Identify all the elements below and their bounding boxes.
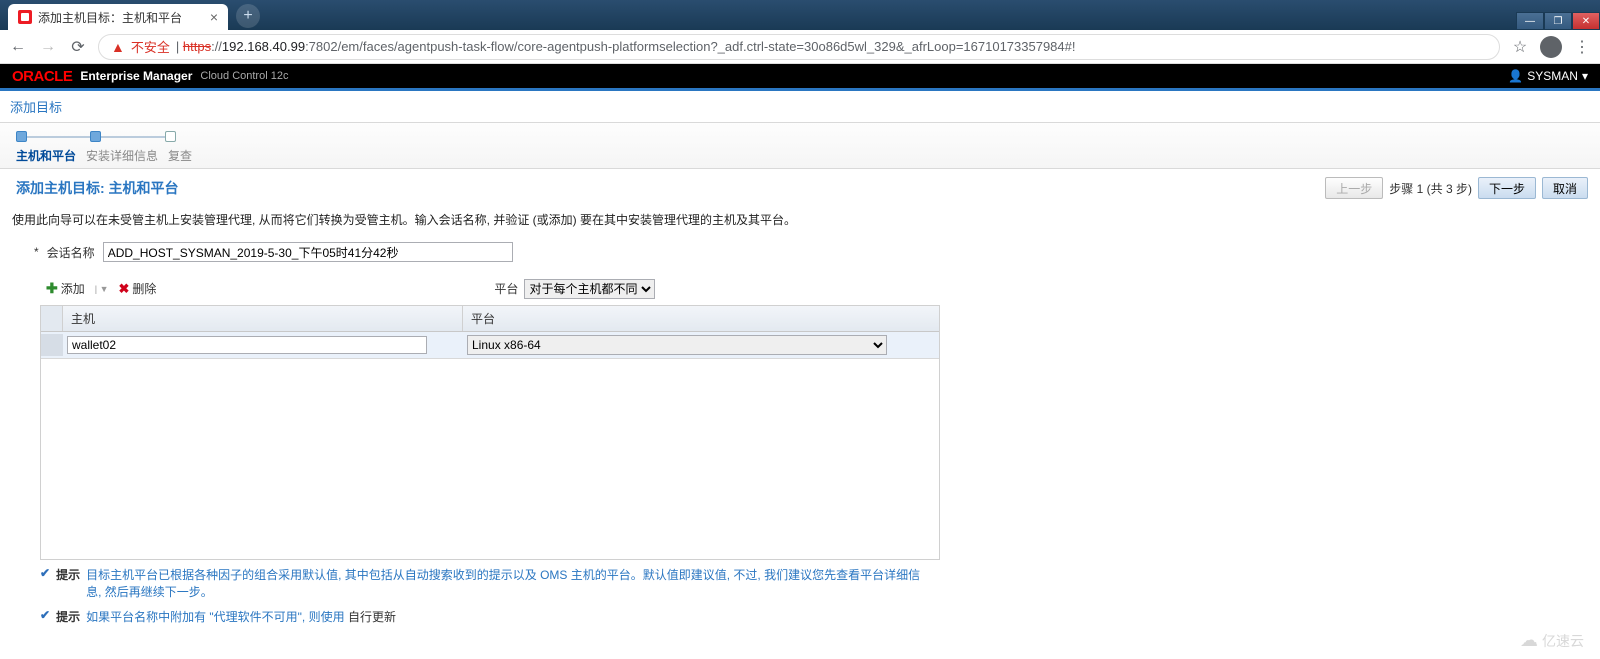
train-label-1[interactable]: 主机和平台 [16, 147, 76, 164]
grid-empty-area [41, 359, 939, 559]
hint-label: 提示 [56, 566, 80, 583]
remove-label: 删除 [132, 280, 156, 297]
hint-text-2: 如果平台名称中附加有 "代理软件不可用", 则使用 自行更新 [86, 608, 396, 625]
browser-menu-icon[interactable]: ⋮ [1572, 37, 1592, 57]
app-header: ORACLE Enterprise Manager Cloud Control … [0, 64, 1600, 91]
table-row[interactable]: Linux x86-64 [41, 332, 939, 359]
host-grid: 主机 平台 Linux x86-64 [40, 305, 940, 560]
section-title: 添加主机目标: 主机和平台 [16, 178, 179, 198]
host-input[interactable] [67, 336, 427, 354]
favicon-icon [18, 10, 32, 24]
add-label: 添加 [61, 280, 85, 297]
plus-icon: ✚ [46, 280, 58, 297]
user-icon: 👤 [1508, 69, 1523, 83]
window-maximize-button[interactable]: ❐ [1544, 12, 1572, 30]
hint-label: 提示 [56, 608, 80, 625]
session-name-input[interactable] [103, 242, 513, 262]
train-label-3: 复查 [168, 147, 192, 164]
browser-tab[interactable]: 添加主机目标：主机和平台 × [8, 4, 228, 30]
session-name-row: * 会话名称 [0, 238, 1600, 274]
platform-filter: 平台 对于每个主机都不同 [494, 279, 655, 299]
row-selector[interactable] [41, 334, 63, 356]
product-edition: Cloud Control 12c [200, 70, 288, 82]
tab-title: 添加主机目标：主机和平台 [38, 9, 204, 26]
url-text: | https://192.168.40.99:7802/em/faces/ag… [176, 39, 1076, 54]
browser-titlebar: 添加主机目标：主机和平台 × + — ❐ ✕ [0, 0, 1600, 30]
train-label-2[interactable]: 安装详细信息 [86, 147, 158, 164]
table-toolbar: ✚ 添加 | ▼ ✖ 删除 平台 对于每个主机都不同 [0, 274, 1600, 303]
oracle-logo: ORACLE [12, 68, 72, 85]
window-controls: — ❐ ✕ [1516, 11, 1600, 30]
nav-back-icon[interactable]: ← [8, 38, 28, 56]
new-tab-button[interactable]: + [236, 4, 260, 28]
tab-strip: 添加主机目标：主机和平台 × + [0, 4, 260, 30]
watermark: ☁ 亿速云 [1520, 630, 1584, 651]
bookmark-icon[interactable]: ☆ [1510, 37, 1530, 57]
wizard-train: 主机和平台 安装详细信息 复查 [0, 122, 1600, 169]
profile-avatar-icon[interactable] [1540, 36, 1562, 58]
platform-filter-select[interactable]: 对于每个主机都不同 [524, 279, 655, 299]
platform-select[interactable]: Linux x86-64 [467, 335, 887, 355]
nav-forward-icon[interactable]: → [38, 38, 58, 56]
info-icon: ✔ [40, 608, 50, 622]
address-bar[interactable]: ▲ 不安全 | https://192.168.40.99:7802/em/fa… [98, 34, 1500, 60]
dropdown-toggle[interactable]: | ▼ [95, 284, 109, 294]
platform-filter-label: 平台 [494, 280, 518, 297]
required-indicator: * [34, 245, 39, 259]
next-button[interactable]: 下一步 [1478, 177, 1536, 199]
breadcrumb[interactable]: 添加目标 [10, 100, 62, 115]
product-name: Enterprise Manager [80, 69, 192, 83]
browser-toolbar: ← → ⟳ ▲ 不安全 | https://192.168.40.99:7802… [0, 30, 1600, 64]
close-icon[interactable]: × [210, 9, 218, 25]
grid-col-platform[interactable]: 平台 [463, 306, 939, 331]
grid-col-host[interactable]: 主机 [63, 306, 463, 331]
train-track [16, 131, 176, 143]
username: SYSMAN [1527, 69, 1578, 83]
grid-header: 主机 平台 [41, 306, 939, 332]
add-row-button[interactable]: ✚ 添加 [40, 278, 91, 299]
hint-text-1: 目标主机平台已根据各种因子的组合采用默认值, 其中包括从自动搜索收到的提示以及 … [86, 566, 926, 600]
instruction-text: 使用此向导可以在未受管主机上安装管理代理, 从而将它们转换为受管主机。输入会话名… [0, 205, 1600, 238]
grid-col-select [41, 306, 63, 331]
breadcrumb-bar: 添加目标 [0, 91, 1600, 122]
remove-row-button[interactable]: ✖ 删除 [113, 278, 163, 299]
step-indicator: 步骤 1 (共 3 步) [1389, 180, 1472, 197]
insecure-label: 不安全 [131, 37, 170, 56]
nav-reload-icon[interactable]: ⟳ [68, 37, 88, 57]
cloud-icon: ☁ [1520, 630, 1538, 651]
hint-row-2: ✔ 提示 如果平台名称中附加有 "代理软件不可用", 则使用 自行更新 [0, 604, 1600, 629]
prev-button[interactable]: 上一步 [1325, 177, 1383, 199]
wizard-buttons: 上一步 步骤 1 (共 3 步) 下一步 取消 [1325, 177, 1588, 199]
train-stop-2[interactable] [90, 131, 101, 142]
window-close-button[interactable]: ✕ [1572, 12, 1600, 30]
brand: ORACLE Enterprise Manager Cloud Control … [12, 68, 288, 85]
session-name-label: 会话名称 [47, 244, 95, 261]
chevron-down-icon: ▾ [1582, 69, 1588, 83]
info-icon: ✔ [40, 566, 50, 580]
x-icon: ✖ [119, 281, 130, 297]
window-minimize-button[interactable]: — [1516, 12, 1544, 30]
warning-icon: ▲ [111, 39, 125, 55]
user-menu[interactable]: 👤 SYSMAN ▾ [1508, 69, 1588, 83]
train-stop-1[interactable] [16, 131, 27, 142]
section-header: 添加主机目标: 主机和平台 上一步 步骤 1 (共 3 步) 下一步 取消 [0, 169, 1600, 205]
hint-row-1: ✔ 提示 目标主机平台已根据各种因子的组合采用默认值, 其中包括从自动搜索收到的… [0, 562, 1600, 604]
cancel-button[interactable]: 取消 [1542, 177, 1588, 199]
self-update-link[interactable]: 自行更新 [348, 610, 396, 624]
train-stop-3 [165, 131, 176, 142]
